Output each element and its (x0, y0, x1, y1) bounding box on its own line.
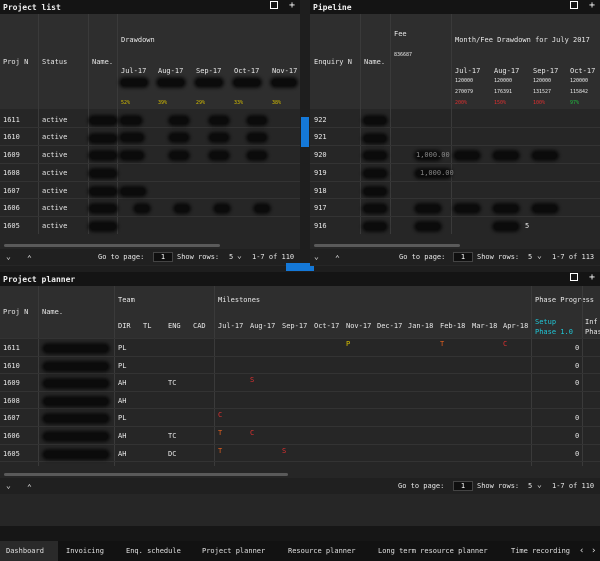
maximize-icon[interactable] (270, 1, 278, 12)
col-proj-no[interactable]: Proj N (3, 58, 28, 66)
page-range: 1-7 of 110 (552, 482, 595, 490)
col-month-fee: Month/Fee Drawdown for July 2017 (455, 36, 590, 44)
month-header: Aug-17 (158, 67, 184, 75)
col-name[interactable]: Name. (42, 308, 63, 316)
tab-long-term-resource-planner[interactable]: Long term resource planner (372, 541, 494, 561)
table-row[interactable]: 1611 (3, 344, 20, 352)
chevron-down-icon[interactable]: ⌄ (237, 251, 242, 260)
page-range: 1-7 of 113 (552, 253, 595, 261)
page-input[interactable]: 1 (153, 252, 173, 262)
rows-select[interactable]: 5 (528, 482, 532, 490)
table-row[interactable]: 917 (314, 204, 327, 212)
col-name[interactable]: Name. (364, 58, 385, 66)
splitter-handle[interactable] (301, 117, 309, 147)
chevron-up-icon[interactable]: ⌃ (27, 254, 32, 263)
col-name[interactable]: Name. (92, 58, 113, 66)
col-fee: Fee (394, 30, 407, 38)
add-icon[interactable]: + (589, 1, 595, 11)
horizontal-scrollbar[interactable] (4, 244, 220, 247)
month-header: Sep-17 (196, 67, 222, 75)
month-header: Oct-17 (234, 67, 260, 75)
chevron-down-icon[interactable]: ⌄ (537, 251, 542, 260)
divider (117, 14, 118, 234)
table-row[interactable]: 920 (314, 151, 327, 159)
maximize-icon[interactable] (570, 273, 578, 284)
percent-label: 33% (234, 100, 244, 106)
tab-enq-schedule[interactable]: Enq. schedule (120, 541, 187, 561)
col-proj-no[interactable]: Proj N (3, 308, 28, 316)
tab-invoicing[interactable]: Invoicing (60, 541, 110, 561)
milestone-marker[interactable]: C (250, 429, 254, 437)
tab-dashboard[interactable]: Dashboard (0, 541, 58, 561)
horizontal-scrollbar[interactable] (314, 244, 460, 247)
chevron-up-icon[interactable]: ⌃ (27, 483, 32, 492)
milestone-marker[interactable]: T (440, 340, 444, 348)
add-icon[interactable]: + (589, 273, 595, 283)
table-row[interactable]: 921 (314, 133, 327, 141)
page-input[interactable]: 1 (453, 481, 473, 491)
percent-label: 52% (121, 100, 131, 106)
percent-label: 38% (272, 100, 282, 106)
maximize-icon[interactable] (570, 1, 578, 12)
table-row[interactable]: 1610 (3, 362, 20, 370)
table-row[interactable]: 1607 (3, 414, 20, 422)
table-row[interactable]: 1608 (3, 397, 20, 405)
tab-time-recording[interactable]: Time recording (505, 541, 576, 561)
chevron-up-icon[interactable]: ⌃ (335, 254, 340, 263)
chevron-down-icon[interactable]: ⌄ (6, 481, 11, 490)
percent-label: 29% (196, 100, 206, 106)
project-planner-panel: Project planner + Proj N Name. Team Mile… (0, 272, 600, 496)
add-icon[interactable]: + (289, 1, 295, 11)
col-milestones: Milestones (218, 296, 261, 304)
table-row[interactable]: 922 (314, 116, 327, 124)
page-range: 1-7 of 110 (252, 253, 295, 261)
fee-total: 836687 (394, 52, 413, 58)
milestone-marker[interactable]: S (282, 447, 286, 455)
milestone-marker[interactable]: S (250, 376, 254, 384)
table-row[interactable]: 1605 (3, 450, 20, 458)
project-list-panel: Project list + Proj N Status Name. Drawd… (0, 0, 300, 266)
month-header: Nov-17 (272, 67, 298, 75)
pagination-bar: ⌄ ⌃ Go to page: 1 Show rows: 5 ⌄ 1-7 of … (0, 478, 600, 494)
pipeline-panel: Pipeline + Enquiry N Name. Fee 836687 Mo… (310, 0, 600, 266)
panel-title: Project planner (0, 272, 600, 286)
col-enquiry[interactable]: Enquiry N (314, 58, 352, 66)
tab-next-icon[interactable]: › (589, 541, 598, 561)
divider (38, 14, 39, 234)
panel-title: Project list (0, 0, 300, 14)
month-header: Jul-17 (121, 67, 147, 75)
horizontal-scrollbar[interactable] (4, 473, 288, 476)
milestone-marker[interactable]: P (346, 340, 350, 348)
pagination-bar: ⌄ ⌃ Go to page: 1 Show rows: 5 ⌄ 1-7 of … (310, 249, 600, 265)
milestone-marker[interactable]: T (218, 447, 222, 455)
table-row[interactable]: 1609 (3, 379, 20, 387)
milestone-marker[interactable]: C (218, 411, 222, 419)
col-phase-progress: Phase Progress (535, 296, 595, 304)
tab-resource-planner[interactable]: Resource planner (282, 541, 361, 561)
table-row[interactable]: 919 (314, 169, 327, 177)
table-row[interactable]: 918 (314, 187, 327, 195)
divider (88, 14, 89, 234)
rows-select[interactable]: 5 (229, 253, 233, 261)
milestone-marker[interactable]: T (218, 429, 222, 437)
tab-bar: Dashboard Invoicing Enq. schedule Projec… (0, 541, 600, 561)
table-header (0, 286, 600, 338)
rows-select[interactable]: 5 (528, 253, 532, 261)
panel-title: Pipeline (310, 0, 600, 14)
tab-project-planner[interactable]: Project planner (196, 541, 271, 561)
chevron-down-icon[interactable]: ⌄ (6, 252, 11, 261)
pagination-bar: ⌄ ⌃ Go to page: 1 Show rows: 5 ⌄ 1-7 of … (0, 249, 300, 265)
chevron-down-icon[interactable]: ⌄ (314, 252, 319, 261)
table-row[interactable]: 916 (314, 222, 327, 230)
chevron-down-icon[interactable]: ⌄ (537, 480, 542, 489)
table-row[interactable]: 1606 (3, 432, 20, 440)
percent-label: 39% (158, 100, 168, 106)
col-team: Team (118, 296, 135, 304)
col-drawdown: Drawdown (121, 36, 155, 44)
tab-prev-icon[interactable]: ‹ (577, 541, 586, 561)
milestone-marker[interactable]: C (503, 340, 507, 348)
col-status[interactable]: Status (42, 58, 67, 66)
page-input[interactable]: 1 (453, 252, 473, 262)
